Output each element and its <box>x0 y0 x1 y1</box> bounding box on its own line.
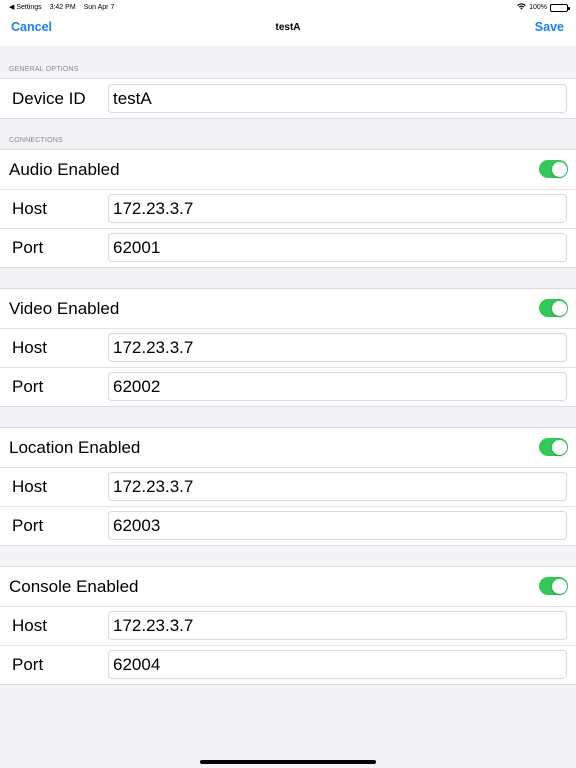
video-host-row: Host <box>0 328 576 367</box>
audio-enabled-switch[interactable] <box>539 160 568 178</box>
device-id-input[interactable] <box>108 84 567 113</box>
console-host-row: Host <box>0 606 576 645</box>
video-toggle-row: Video Enabled <box>0 289 576 328</box>
location-port-label: Port <box>12 516 44 535</box>
status-time: 3:42 PM <box>49 4 76 11</box>
audio-port-input[interactable] <box>108 233 567 262</box>
switch-knob <box>551 439 567 455</box>
switch-knob <box>551 161 567 177</box>
navigation-bar: Cancel testA Save <box>0 14 576 46</box>
console-enabled-switch[interactable] <box>539 577 568 595</box>
home-indicator[interactable] <box>200 760 376 764</box>
page-title: testA <box>275 22 301 33</box>
audio-enabled-label: Audio Enabled <box>9 160 120 179</box>
console-group: Console Enabled Host Port <box>0 566 576 685</box>
audio-toggle-row: Audio Enabled <box>0 150 576 189</box>
audio-port-row: Port <box>0 228 576 267</box>
audio-host-row: Host <box>0 189 576 228</box>
video-host-label: Host <box>12 338 47 357</box>
status-left: ◀ Settings 3:42 PM Sun Apr 7 <box>9 3 120 11</box>
location-host-row: Host <box>0 467 576 506</box>
switch-knob <box>551 578 567 594</box>
location-toggle-row: Location Enabled <box>0 428 576 467</box>
device-id-row: Device ID <box>0 79 576 118</box>
audio-host-input[interactable] <box>108 194 567 223</box>
location-port-input[interactable] <box>108 511 567 540</box>
location-group: Location Enabled Host Port <box>0 427 576 546</box>
video-port-label: Port <box>12 377 44 396</box>
save-button[interactable]: Save <box>535 20 564 34</box>
console-port-row: Port <box>0 645 576 684</box>
video-enabled-switch[interactable] <box>539 299 568 317</box>
audio-group: Audio Enabled Host Port <box>0 149 576 268</box>
audio-port-label: Port <box>12 238 44 257</box>
console-enabled-label: Console Enabled <box>9 577 139 596</box>
console-host-label: Host <box>12 616 47 635</box>
battery-icon <box>550 3 570 12</box>
device-id-label: Device ID <box>12 89 86 108</box>
battery-percent: 100% <box>529 4 547 11</box>
video-enabled-label: Video Enabled <box>9 299 120 318</box>
wifi-icon <box>517 3 526 12</box>
console-port-input[interactable] <box>108 650 567 679</box>
section-header-general: GENERAL OPTIONS <box>9 66 79 73</box>
audio-host-label: Host <box>12 199 47 218</box>
status-date: Sun Apr 7 <box>83 4 115 11</box>
location-enabled-switch[interactable] <box>539 438 568 456</box>
location-host-label: Host <box>12 477 47 496</box>
status-bar: ◀ Settings 3:42 PM Sun Apr 7 100% <box>0 0 576 14</box>
general-options-group: Device ID <box>0 78 576 119</box>
video-group: Video Enabled Host Port <box>0 288 576 407</box>
video-port-input[interactable] <box>108 372 567 401</box>
switch-knob <box>551 300 567 316</box>
video-port-row: Port <box>0 367 576 406</box>
location-host-input[interactable] <box>108 472 567 501</box>
video-host-input[interactable] <box>108 333 567 362</box>
section-header-connections: CONNECTIONS <box>9 137 63 144</box>
status-right: 100% <box>517 3 570 12</box>
console-port-label: Port <box>12 655 44 674</box>
console-host-input[interactable] <box>108 611 567 640</box>
location-enabled-label: Location Enabled <box>9 438 141 457</box>
back-to-settings-link[interactable]: ◀ Settings <box>9 4 42 11</box>
console-toggle-row: Console Enabled <box>0 567 576 606</box>
location-port-row: Port <box>0 506 576 545</box>
